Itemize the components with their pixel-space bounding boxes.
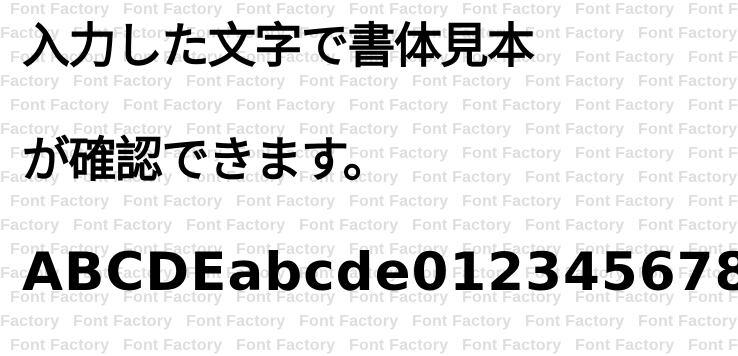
watermark-text: Font Factory [525, 169, 625, 186]
sample-text-line-1: 入力した文字で書体見本 [22, 18, 535, 74]
watermark-row: Font Factory Font Factory Font Factory Font… [10, 338, 738, 354]
watermark-text: Font Factory [412, 217, 512, 234]
watermark-text: Font Factory [575, 1, 675, 18]
watermark-text: Font Factory [236, 1, 336, 18]
watermark-text: Font Factory [0, 73, 60, 90]
watermark-text: Font Factory [412, 169, 512, 186]
watermark-text: Font Factory [73, 73, 173, 90]
watermark-text: Font Factory [575, 337, 675, 354]
watermark-text: Font Factory [299, 313, 399, 330]
watermark-text: Font Factory [525, 73, 625, 90]
watermark-text: Font Factory [412, 73, 512, 90]
watermark-text: Font Factory [123, 1, 223, 18]
watermark-text: Font Factory [10, 1, 110, 18]
watermark-text: Font Factory [186, 73, 286, 90]
watermark-text: Font Factory [688, 1, 738, 18]
watermark-text: Font Factory [688, 193, 738, 210]
watermark-text: Font Factory [349, 193, 449, 210]
watermark-text: Font Factory [186, 217, 286, 234]
watermark-text: Font Factory [349, 1, 449, 18]
watermark-text: Font Factory [412, 313, 512, 330]
watermark-row: Font Factory Font Factory Font Factory Font… [0, 314, 738, 330]
watermark-text: Font Factory [299, 217, 399, 234]
watermark-text: Font Factory [0, 217, 60, 234]
watermark-text: Font Factory [525, 313, 625, 330]
watermark-text: Font Factory [236, 97, 336, 114]
watermark-text: Font Factory [688, 337, 738, 354]
font-preview-canvas: Font Factory Font Factory Font Factory Font… [0, 0, 738, 356]
watermark-text: Font Factory [10, 337, 110, 354]
watermark-text: Font Factory [688, 97, 738, 114]
watermark-text: Font Factory [73, 313, 173, 330]
watermark-text: Font Factory [688, 145, 738, 162]
watermark-text: Font Factory [123, 337, 223, 354]
watermark-text: Font Factory [236, 337, 336, 354]
watermark-text: Font Factory [10, 193, 110, 210]
watermark-row: Font Factory Font Factory Font Factory Font… [0, 218, 738, 234]
watermark-text: Font Factory [638, 169, 738, 186]
watermark-text: Font Factory [638, 313, 738, 330]
sample-text-line-3: ABCDEabcde012345678 [22, 242, 738, 303]
watermark-text: Font Factory [186, 313, 286, 330]
watermark-text: Font Factory [575, 145, 675, 162]
watermark-row: Font Factory Font Factory Font Factory Font… [10, 2, 738, 18]
watermark-text: Font Factory [10, 97, 110, 114]
watermark-text: Font Factory [236, 193, 336, 210]
watermark-text: Font Factory [462, 145, 562, 162]
watermark-text: Font Factory [638, 217, 738, 234]
watermark-text: Font Factory [525, 121, 625, 138]
watermark-text: Font Factory [123, 97, 223, 114]
watermark-text: Font Factory [525, 217, 625, 234]
watermark-text: Font Factory [462, 337, 562, 354]
watermark-text: Font Factory [299, 73, 399, 90]
watermark-row: Font Factory Font Factory Font Factory Font… [10, 98, 738, 114]
watermark-row: Font Factory Font Factory Font Factory Font… [10, 194, 738, 210]
watermark-text: Font Factory [349, 337, 449, 354]
watermark-text: Font Factory [73, 217, 173, 234]
watermark-text: Font Factory [638, 25, 738, 42]
watermark-text: Font Factory [575, 49, 675, 66]
watermark-text: Font Factory [575, 97, 675, 114]
watermark-text: Font Factory [638, 73, 738, 90]
watermark-text: Font Factory [462, 193, 562, 210]
watermark-text: Font Factory [123, 193, 223, 210]
watermark-text: Font Factory [575, 193, 675, 210]
watermark-text: Font Factory [462, 97, 562, 114]
watermark-text: Font Factory [638, 121, 738, 138]
watermark-text: Font Factory [462, 1, 562, 18]
watermark-text: Font Factory [412, 121, 512, 138]
sample-text-line-2: が確認できます。 [22, 132, 391, 188]
watermark-text: Font Factory [0, 313, 60, 330]
watermark-text: Font Factory [349, 97, 449, 114]
watermark-row: Font Factory Font Factory Font Factory Font… [0, 74, 738, 90]
watermark-text: Font Factory [525, 25, 625, 42]
watermark-text: Font Factory [688, 49, 738, 66]
